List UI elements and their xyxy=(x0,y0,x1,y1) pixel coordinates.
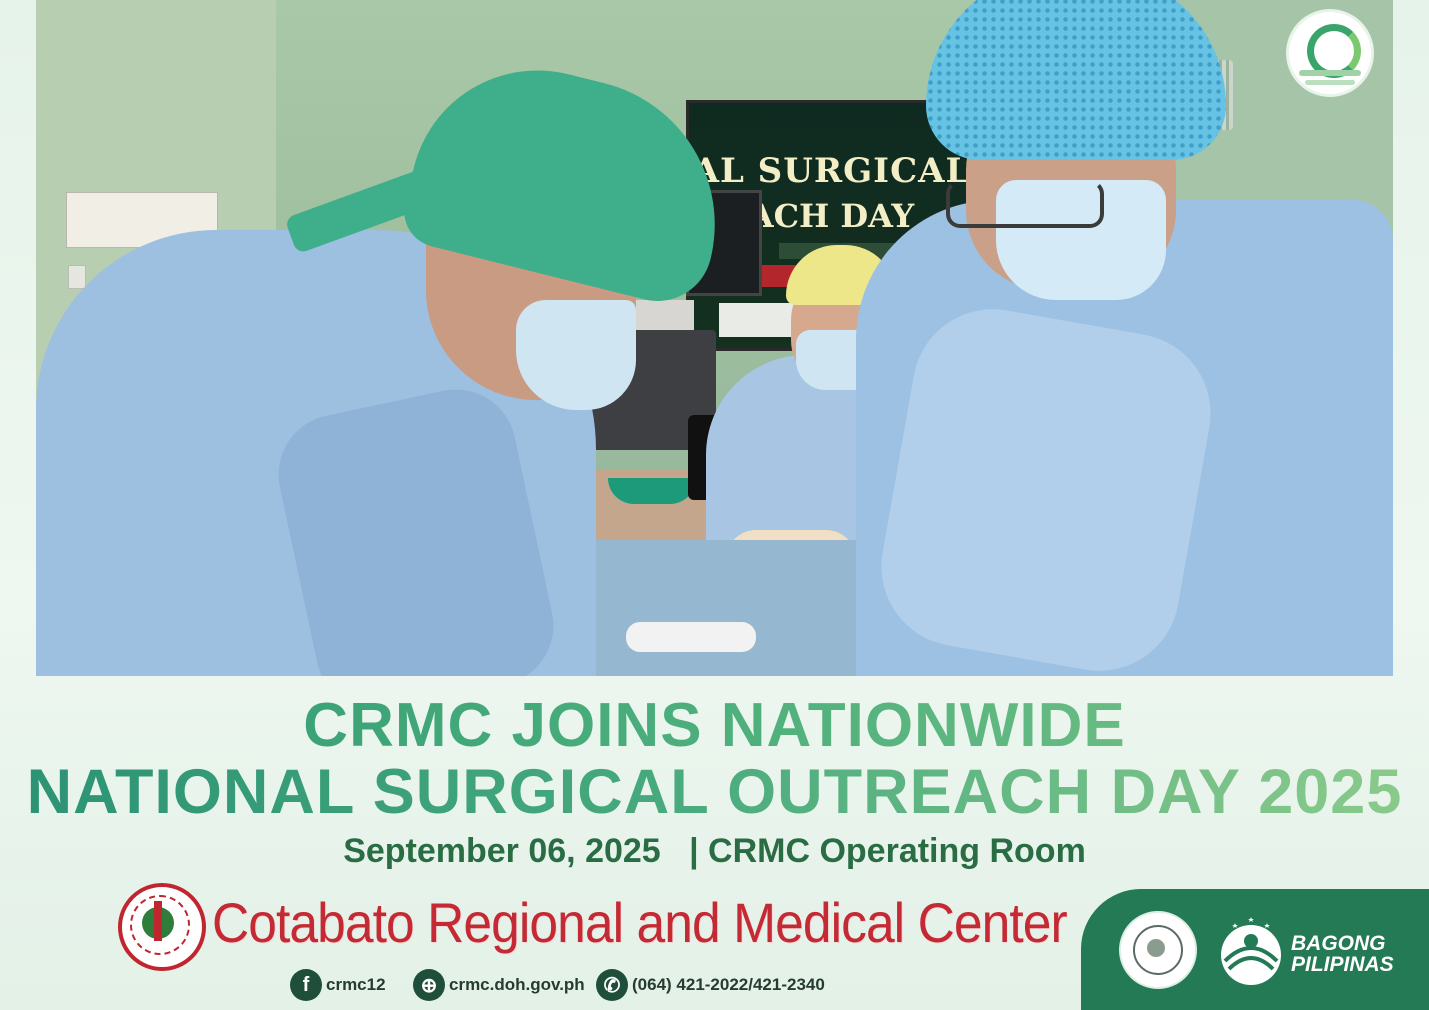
organization-name: Cotabato Regional and Medical Center xyxy=(212,891,1068,954)
globe-icon: ⊕ xyxy=(413,969,445,1001)
phone-icon: ✆ xyxy=(596,969,628,1001)
glasses xyxy=(946,180,1104,228)
separator: | xyxy=(689,832,699,870)
event-date: September 06, 2025 xyxy=(343,832,661,870)
bagong-pilipinas-logo-icon xyxy=(1221,917,1281,985)
contact-website[interactable]: ⊕ crmc.doh.gov.ph xyxy=(413,968,585,1002)
surgeon-right-cap xyxy=(926,0,1226,160)
headline-line-1: CRMC JOINS NATIONWIDE xyxy=(0,690,1429,761)
gauze xyxy=(626,622,756,652)
brand-line-1: BAGONG xyxy=(1291,932,1386,955)
surgeon-left-mask xyxy=(516,300,636,410)
surgery-photo: AL SURGICAL ACH DAY xyxy=(36,0,1393,676)
green-bowl xyxy=(608,478,696,504)
contact-text: crmc.doh.gov.ph xyxy=(449,975,585,994)
republic-of-the-philippines-doh-seal-icon xyxy=(1119,911,1197,989)
headline-line-2: NATIONAL SURGICAL OUTREACH DAY 2025 xyxy=(0,756,1429,828)
wall-switch xyxy=(68,265,86,289)
contact-phone[interactable]: ✆ (064) 421-2022/421-2340 xyxy=(596,968,825,1002)
event-details: September 06, 2025 | CRMC Operating Room xyxy=(0,832,1429,871)
event-venue: CRMC Operating Room xyxy=(708,832,1086,870)
government-logos-panel: BAGONG PILIPINAS xyxy=(1081,889,1429,1010)
contact-facebook[interactable]: f crmc12 xyxy=(290,968,386,1002)
contact-text: crmc12 xyxy=(326,975,386,994)
brand-line-2: PILIPINAS xyxy=(1291,953,1394,976)
bagong-pilipinas-wordmark: BAGONG PILIPINAS xyxy=(1291,933,1423,975)
bagong-pilipinas-badge-icon xyxy=(1289,12,1371,94)
facebook-icon: f xyxy=(290,969,322,1001)
department-of-health-crmc-seal-icon xyxy=(118,883,206,971)
contact-text: (064) 421-2022/421-2340 xyxy=(632,975,825,994)
banner-text: AL SURGICAL xyxy=(692,151,971,191)
